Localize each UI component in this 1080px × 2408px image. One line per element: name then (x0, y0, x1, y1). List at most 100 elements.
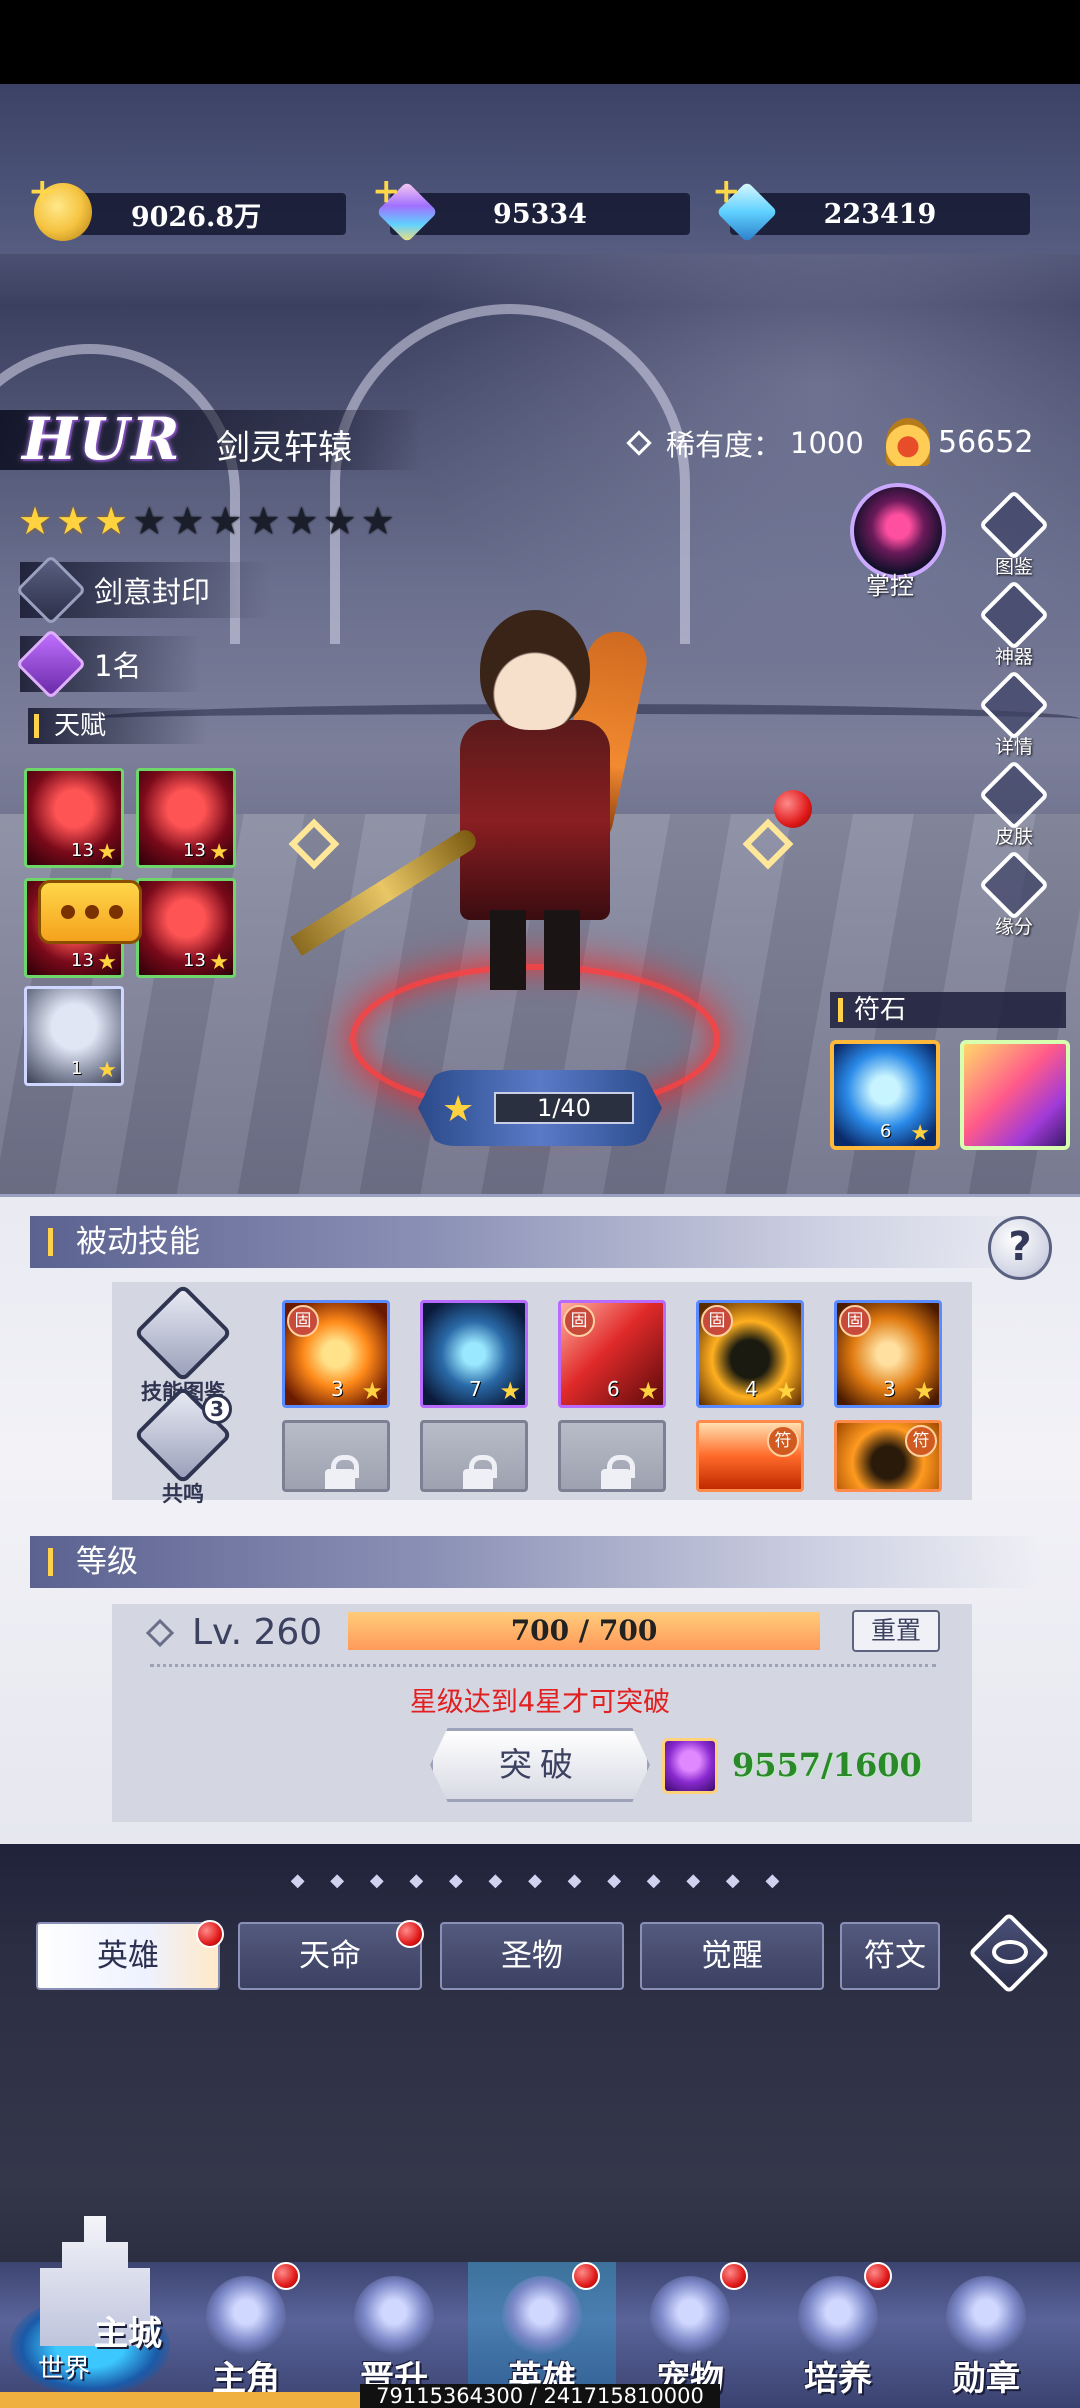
diamond-value: 223419 (823, 198, 937, 230)
rarity-diamond-icon (626, 430, 652, 456)
star-icon: ★ (499, 1377, 521, 1405)
skill-codex-icon (133, 1283, 233, 1383)
medal-icon (946, 2276, 1026, 2356)
add-diamond-icon[interactable]: + (712, 171, 741, 211)
help-button[interactable]: ? (988, 1216, 1052, 1280)
rank-tag[interactable]: 1名 (15, 628, 202, 700)
notification-dot (720, 2262, 748, 2290)
crown-icon (886, 418, 930, 466)
passive-skill[interactable]: 固 4 ★ (696, 1300, 804, 1408)
lock-icon (463, 1455, 497, 1489)
detail-icon (978, 669, 1050, 741)
faction-tag[interactable]: 剑意封印 (15, 554, 271, 626)
rune-skill[interactable]: 符 (696, 1420, 804, 1492)
lock-icon (325, 1455, 359, 1489)
awaken-progress: 1/40 (494, 1092, 634, 1124)
tab-hero[interactable]: 英雄 (36, 1922, 220, 1990)
faction-label: 剑意封印 (94, 575, 211, 609)
star-icon: ★ (913, 1377, 935, 1405)
star-icon: ★ (775, 1377, 797, 1405)
artifact-button[interactable]: 神器 (978, 579, 1050, 670)
rune-skill[interactable]: 符 (834, 1420, 942, 1492)
talent-level: 13 (183, 840, 206, 861)
chat-bubble-icon[interactable] (38, 880, 142, 944)
breakthrough-button[interactable]: 突破 (430, 1728, 650, 1802)
level-divider (150, 1664, 936, 1667)
main-city-button[interactable]: 主城 世界 (10, 2206, 180, 2408)
exp-bar: 700 / 700 (348, 1612, 820, 1650)
talent-slot[interactable]: 1 ★ (24, 986, 124, 1086)
resonance-label: 共鸣 (162, 1482, 204, 1506)
talent-slot[interactable]: 13 ★ (136, 878, 236, 978)
rank-label: 1名 (94, 649, 142, 683)
main-city-label: 主城 (94, 2314, 162, 2354)
rune-header: 符石 (830, 992, 1066, 1028)
passive-skill[interactable]: 固 6 ★ (558, 1300, 666, 1408)
rune-slot[interactable]: 6 ★ (830, 1040, 940, 1150)
notification-dot (272, 2262, 300, 2290)
star-icon: ★ (637, 1377, 659, 1405)
empty-star-icon: ★ (322, 499, 357, 543)
tab-awaken[interactable]: 觉醒 (640, 1922, 824, 1990)
purple-orb-icon (662, 1738, 718, 1794)
empty-star-icon: ★ (208, 499, 243, 543)
level-header: 等级 (30, 1536, 1040, 1588)
power-value: 56652 (938, 424, 1034, 460)
tab-destiny[interactable]: 天命 (238, 1922, 422, 1990)
talent-slot[interactable]: 13 ★ (136, 768, 236, 868)
rune-slot[interactable] (960, 1040, 1070, 1150)
empty-star-icon: ★ (360, 499, 395, 543)
heart-icon (978, 849, 1050, 921)
resonance-button[interactable]: 3 共鸣 (128, 1385, 238, 1508)
resonance-count: 3 (202, 1394, 232, 1424)
filled-star-icon: ★ (56, 499, 91, 543)
skill-level: 6 (607, 1377, 620, 1401)
star-icon: ★ (910, 1121, 930, 1146)
nav-protagonist[interactable]: 主角 (172, 2262, 320, 2408)
tab-rune[interactable]: 符文 (840, 1922, 940, 1990)
add-gold-icon[interactable]: + (28, 171, 57, 211)
fixed-tag: 固 (839, 1305, 871, 1337)
rune-tag: 符 (905, 1425, 937, 1457)
nav-medal[interactable]: 勋章 (912, 2262, 1060, 2408)
gold-currency[interactable]: + 9026.8万 (28, 171, 346, 241)
hero-star-row: ★ ★ ★ ★ ★ ★ ★ ★ ★ ★ (18, 502, 395, 540)
talent-slot[interactable]: 13 ★ (24, 768, 124, 868)
detail-button[interactable]: 详情 (978, 669, 1050, 760)
upgrade-arrow-icon: ★ (442, 1089, 475, 1130)
codex-button[interactable]: 图鉴 (978, 489, 1050, 580)
passive-skill-header: 被动技能 (30, 1216, 1040, 1268)
player-exp-bar (0, 2392, 360, 2408)
passive-skill[interactable]: 固 3 ★ (834, 1300, 942, 1408)
tab-more-button[interactable] (966, 1910, 1052, 1996)
rarity-info: 稀有度： 1000 (626, 422, 864, 464)
star-icon: ★ (97, 950, 117, 975)
talent-header: 天赋 (28, 708, 208, 744)
add-crystal-icon[interactable]: + (372, 171, 401, 211)
tab-relic[interactable]: 圣物 (440, 1922, 624, 1990)
eye-icon (992, 1940, 1028, 1964)
lock-icon (601, 1455, 635, 1489)
passive-skill[interactable]: 7 ★ (420, 1300, 528, 1408)
star-icon: ★ (361, 1377, 383, 1405)
crystal-currency[interactable]: + 95334 (372, 171, 690, 243)
hero-name: 剑灵轩辕 (216, 428, 352, 468)
reset-button[interactable]: 重置 (852, 1610, 940, 1652)
decorative-divider: ◆ ◆ ◆ ◆ ◆ ◆ ◆ ◆ ◆ ◆ ◆ ◆ ◆ (290, 1870, 790, 1891)
control-skill-icon[interactable] (850, 483, 946, 579)
fixed-tag: 固 (701, 1305, 733, 1337)
skin-button[interactable]: 皮肤 (978, 759, 1050, 850)
level-value: Lv. 260 (192, 1612, 323, 1653)
talent-level: 13 (183, 950, 206, 971)
skill-level: 7 (469, 1377, 482, 1401)
bond-button[interactable]: 缘分 (978, 849, 1050, 940)
skill-level: 4 (745, 1377, 758, 1401)
star-requirement-message: 星级达到4星才可突破 (409, 1687, 671, 1718)
control-label: 掌控 (866, 572, 914, 600)
empty-star-icon: ★ (132, 499, 167, 543)
diamond-currency[interactable]: + 223419 (712, 171, 1030, 243)
passive-skill[interactable]: 固 3 ★ (282, 1300, 390, 1408)
nav-cultivate[interactable]: 培养 (764, 2262, 912, 2408)
hero-figure[interactable] (420, 570, 653, 990)
cultivate-icon (798, 2276, 878, 2356)
